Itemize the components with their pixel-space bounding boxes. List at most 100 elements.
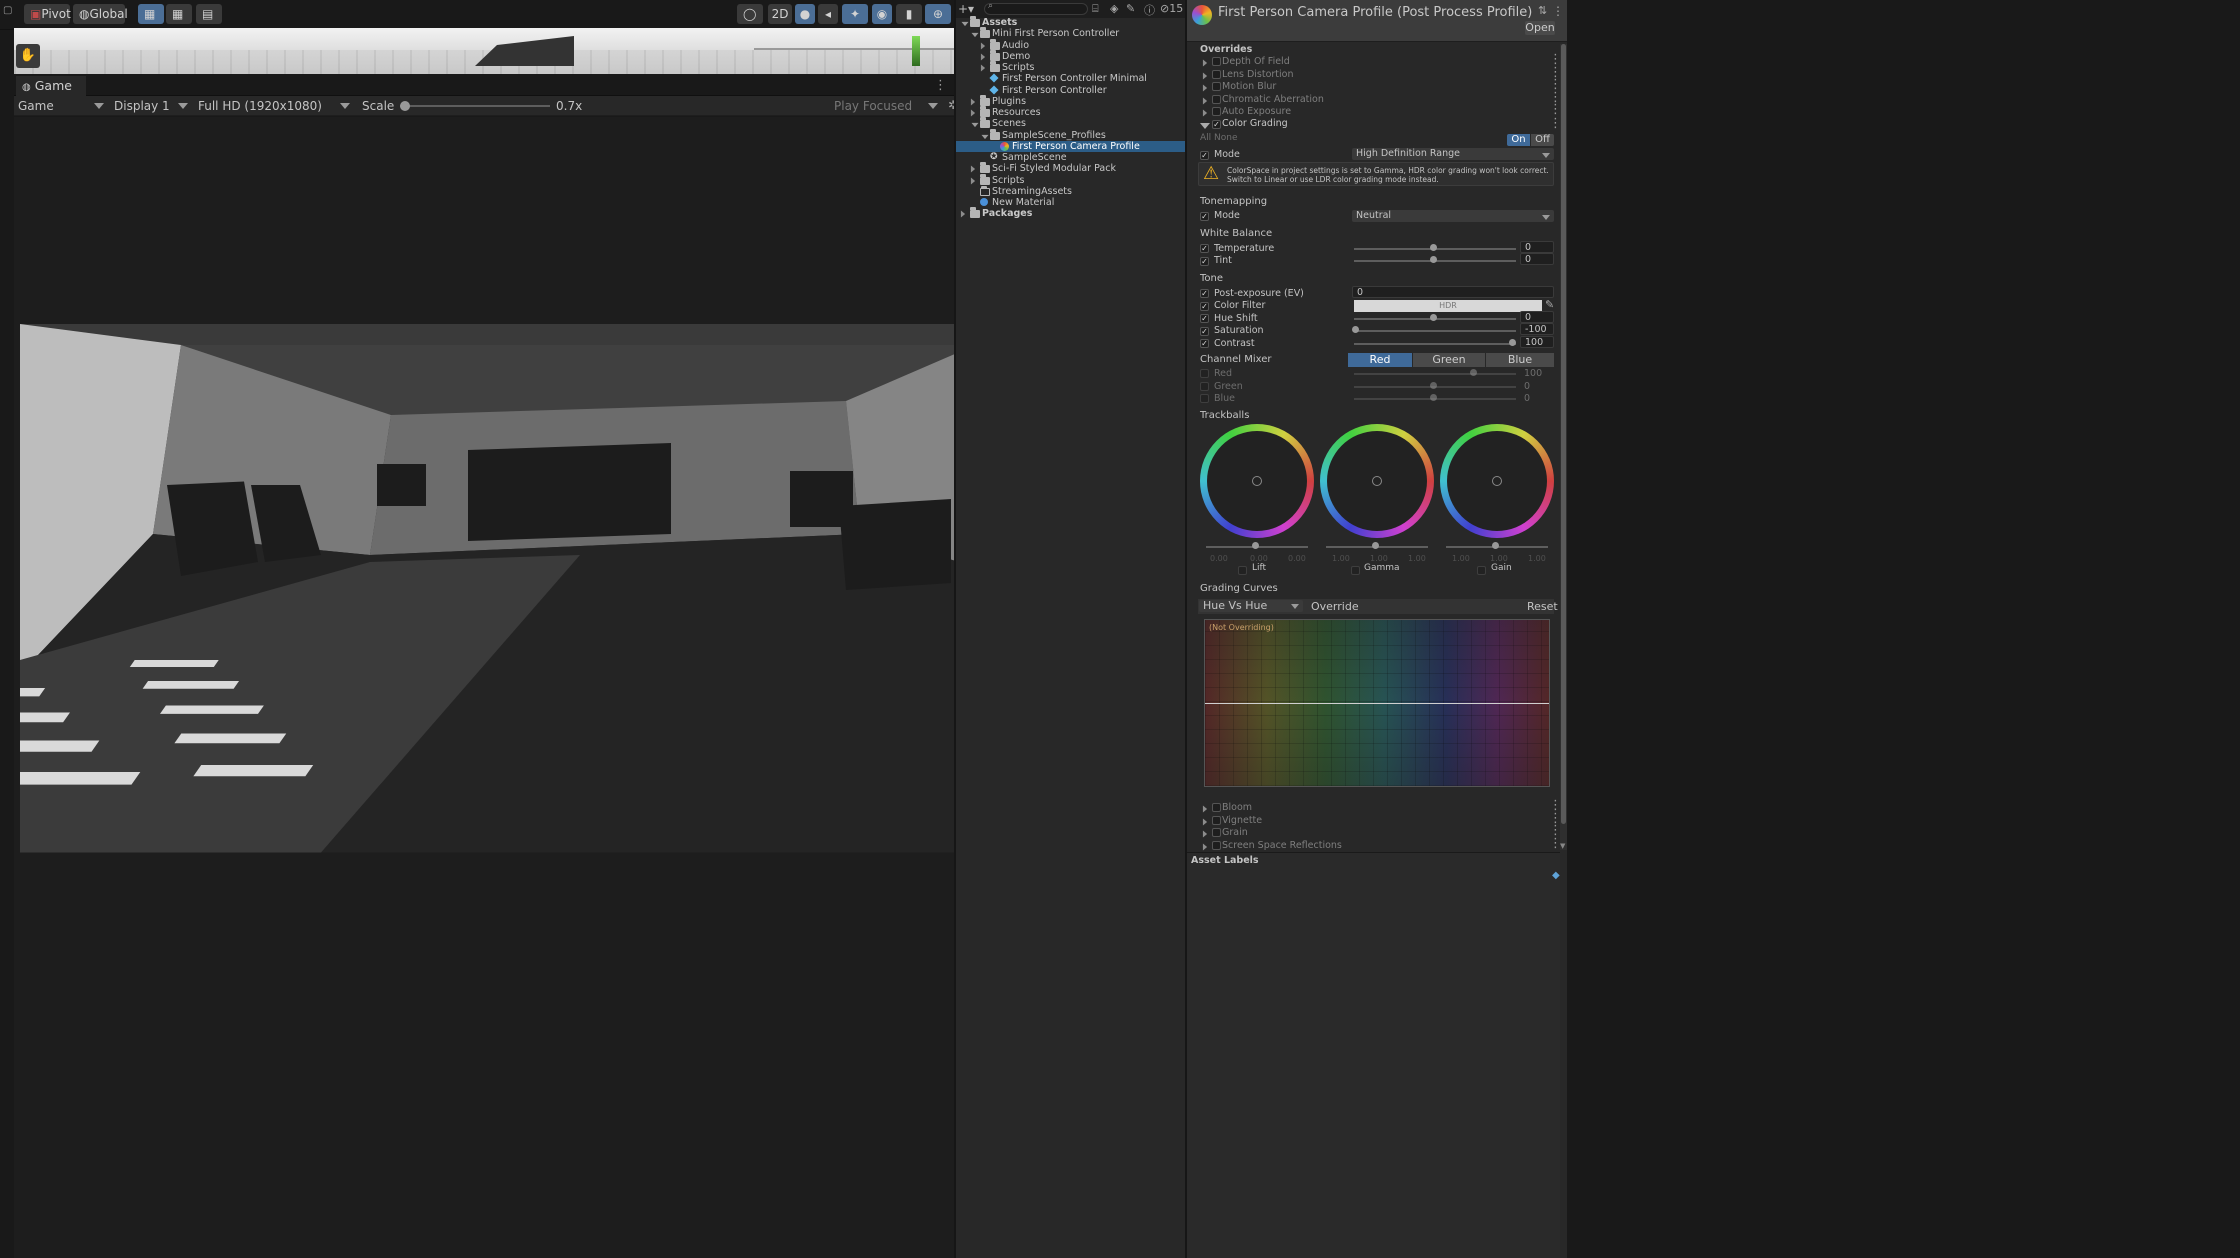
resolution-dropdown[interactable]: Full HD (1920x1080) <box>198 98 352 114</box>
color-filter-swatch[interactable]: HDR <box>1354 300 1542 312</box>
ruler-button[interactable]: ▤ <box>196 4 222 24</box>
hand-tool-button[interactable]: ✋ <box>16 44 40 68</box>
curve-override-toggle[interactable]: Override <box>1311 600 1359 613</box>
chevron-right-icon[interactable] <box>970 165 976 173</box>
curve-line[interactable] <box>1205 703 1549 704</box>
curve-editor[interactable]: (Not Overriding) <box>1204 619 1550 787</box>
contrast-checkbox[interactable]: ✓ <box>1200 339 1209 348</box>
effect-color-grading[interactable]: ✓ Color Grading <box>1196 118 1562 132</box>
mixer-red-slider-knob[interactable] <box>1470 369 1477 376</box>
post-exposure-checkbox[interactable]: ✓ <box>1200 289 1209 298</box>
trackball-gamma-slider-knob[interactable] <box>1372 542 1379 549</box>
mixer-red-checkbox[interactable] <box>1200 369 1209 378</box>
2d-toggle[interactable]: 2D <box>768 4 792 24</box>
effect-row[interactable]: Motion Blur <box>1196 79 1562 93</box>
mixer-green-checkbox[interactable] <box>1200 382 1209 391</box>
open-button[interactable]: Open <box>1525 21 1555 35</box>
draw-mode-dropdown[interactable]: ◯ <box>737 4 763 24</box>
mixer-blue-checkbox[interactable] <box>1200 394 1209 403</box>
project-item[interactable]: First Person Controller <box>956 85 1185 96</box>
tint-checkbox[interactable]: ✓ <box>1200 257 1209 266</box>
chevron-down-icon[interactable] <box>971 33 979 38</box>
lift-checkbox[interactable] <box>1238 566 1247 575</box>
channel-tab-red[interactable]: Red <box>1348 353 1412 367</box>
scene-axis-gizmo[interactable] <box>912 36 920 66</box>
off-button[interactable]: Off <box>1531 134 1554 146</box>
trackball-lift-handle[interactable] <box>1252 476 1262 486</box>
scroll-down-arrow[interactable]: ▼ <box>1560 842 1565 850</box>
eyedropper-icon[interactable]: ✎ <box>1545 298 1554 311</box>
mixer-blue-slider-knob[interactable] <box>1430 394 1437 401</box>
tab-game[interactable]: ◍ Game <box>16 76 86 96</box>
tint-slider-knob[interactable] <box>1430 256 1437 263</box>
grid-snap-button[interactable]: ▦ <box>138 4 164 24</box>
color-filter-checkbox[interactable]: ✓ <box>1200 302 1209 311</box>
on-button[interactable]: On <box>1507 134 1530 146</box>
effect-enabled-checkbox[interactable] <box>1212 69 1221 79</box>
chevron-right-icon[interactable] <box>1202 805 1208 813</box>
saturation-checkbox[interactable]: ✓ <box>1200 327 1209 336</box>
create-asset-button[interactable]: +▾ <box>958 2 974 16</box>
tint-field[interactable]: 0 <box>1520 253 1554 265</box>
contrast-slider[interactable] <box>1354 343 1516 345</box>
project-item[interactable]: Mini First Person Controller <box>956 27 1185 39</box>
inspector-settings-icon[interactable]: ⇅ <box>1538 4 1547 17</box>
effect-enabled-checkbox[interactable]: ✓ <box>1212 120 1221 129</box>
project-item[interactable]: StreamingAssets <box>956 185 1185 197</box>
mixer-green-value[interactable]: 0 <box>1524 381 1530 392</box>
scale-slider[interactable] <box>400 101 550 111</box>
chevron-right-icon[interactable] <box>1202 72 1208 80</box>
effect-menu-icon[interactable] <box>1549 118 1562 132</box>
chevron-right-icon[interactable] <box>970 109 976 117</box>
chevron-right-icon[interactable] <box>1202 97 1208 105</box>
chevron-right-icon[interactable] <box>1202 59 1208 67</box>
project-search-input[interactable]: ⌕ <box>984 1 1088 15</box>
trackball-gain-handle[interactable] <box>1492 476 1502 486</box>
global-dropdown[interactable]: ◍Global <box>73 4 128 24</box>
effect-row[interactable]: Screen Space Reflections <box>1196 838 1562 852</box>
project-item[interactable]: New Material <box>956 197 1185 208</box>
snap-increment-button[interactable]: ▦ <box>166 4 192 24</box>
channel-tab-green[interactable]: Green <box>1413 353 1485 367</box>
effect-enabled-checkbox[interactable] <box>1212 828 1221 838</box>
effect-menu-icon[interactable] <box>1549 838 1562 852</box>
play-focus-dropdown[interactable]: Play Focused <box>834 98 940 114</box>
trackball-gain-slider-knob[interactable] <box>1492 542 1499 549</box>
game-display-mode-dropdown[interactable]: Game <box>18 98 106 114</box>
project-item[interactable]: Resources <box>956 106 1185 118</box>
effect-enabled-checkbox[interactable] <box>1212 94 1221 104</box>
label-tag-icon[interactable]: ◆ <box>1552 870 1560 881</box>
temperature-field[interactable]: 0 <box>1520 241 1554 253</box>
chevron-down-icon[interactable] <box>981 134 989 139</box>
effect-row[interactable]: Bloom <box>1196 800 1562 814</box>
temperature-checkbox[interactable]: ✓ <box>1200 244 1209 253</box>
mixer-red-value[interactable]: 100 <box>1524 368 1542 379</box>
project-item[interactable]: SampleScene_Profiles <box>956 128 1185 141</box>
contrast-slider-knob[interactable] <box>1509 339 1516 346</box>
chevron-right-icon[interactable] <box>980 64 986 72</box>
effect-row[interactable]: Depth Of Field <box>1196 54 1562 68</box>
chevron-down-icon[interactable] <box>971 123 979 128</box>
project-item[interactable]: Scripts <box>956 173 1185 186</box>
effect-enabled-checkbox[interactable] <box>1212 82 1221 92</box>
tag-icon[interactable]: ✎ <box>1126 2 1135 15</box>
camera-dropdown[interactable]: ▮ <box>896 4 922 24</box>
project-item[interactable]: Assets <box>956 16 1185 28</box>
effect-enabled-checkbox[interactable] <box>1212 107 1221 117</box>
asset-labels[interactable]: Asset Labels <box>1191 855 1259 866</box>
filter-label-button[interactable]: ◈ <box>1110 2 1118 15</box>
project-item[interactable]: Plugins <box>956 94 1185 107</box>
inspector-scrollbar[interactable] <box>1560 44 1567 850</box>
chevron-right-icon[interactable] <box>960 210 966 218</box>
project-item[interactable]: Audio <box>956 38 1185 51</box>
chevron-right-icon[interactable] <box>1202 830 1208 838</box>
chevron-right-icon[interactable] <box>980 42 986 49</box>
curve-reset-button[interactable]: Reset <box>1527 600 1558 613</box>
hue-shift-checkbox[interactable]: ✓ <box>1200 314 1209 323</box>
project-item[interactable]: First Person Controller Minimal <box>956 73 1185 84</box>
trackball-lift-slider-knob[interactable] <box>1252 542 1259 549</box>
gizmos-toggle[interactable]: ⊕ <box>925 4 951 24</box>
chevron-down-icon[interactable] <box>961 21 969 27</box>
game-tab-menu[interactable]: ⋮ <box>934 78 947 93</box>
gain-checkbox[interactable] <box>1477 566 1486 575</box>
